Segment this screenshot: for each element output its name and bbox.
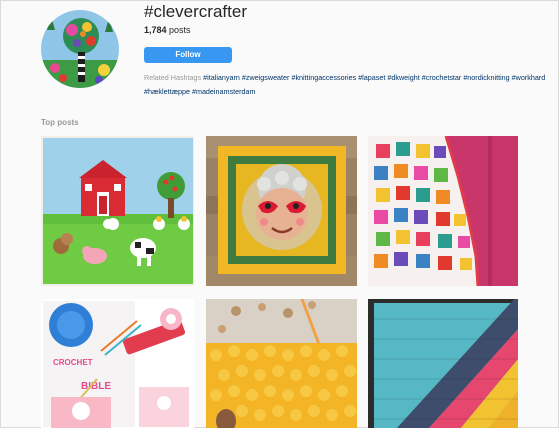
related-hashtag-link[interactable]: #madeinamsterdam bbox=[192, 87, 256, 96]
related-hashtag-link[interactable]: #knittingaccessories bbox=[291, 73, 356, 82]
follow-button[interactable]: Follow bbox=[144, 47, 232, 63]
post-count-label: posts bbox=[169, 25, 191, 35]
related-hashtag-link[interactable]: #lapaset bbox=[358, 73, 385, 82]
related-hashtag-link[interactable]: #workhard bbox=[512, 73, 546, 82]
hashtag-avatar bbox=[41, 10, 119, 88]
post-count: 1,784 posts bbox=[144, 25, 191, 35]
related-hashtag-link[interactable]: #dkweight bbox=[387, 73, 419, 82]
related-hashtags-row2: #hæklettæppe #madeinamsterdam bbox=[144, 85, 559, 99]
post-farm-blanket[interactable] bbox=[41, 136, 194, 286]
bible-title-line2: BIBLE bbox=[81, 381, 111, 392]
hashtag-title: #clevercrafter bbox=[144, 2, 247, 21]
post-yellow-stitches[interactable] bbox=[206, 299, 357, 428]
post-striped-blanket[interactable] bbox=[368, 299, 518, 428]
bible-title-line1: CROCHET bbox=[53, 358, 93, 367]
related-hashtag-link[interactable]: #italianyarn bbox=[203, 73, 240, 82]
related-hashtags: Related Hashtags #italianyarn #zweigswea… bbox=[144, 71, 559, 99]
related-hashtag-link[interactable]: #nordicknitting bbox=[463, 73, 509, 82]
post-crochet-bible[interactable]: CROCHET BIBLE bbox=[41, 299, 194, 428]
top-posts-heading: Top posts bbox=[41, 118, 79, 127]
related-hashtag-link[interactable]: #crochetstar bbox=[422, 73, 462, 82]
related-hashtags-label: Related Hashtags bbox=[144, 73, 202, 82]
post-count-number: 1,784 bbox=[144, 25, 167, 35]
post-granny-blanket[interactable] bbox=[368, 136, 518, 286]
related-hashtag-link[interactable]: #hæklettæppe bbox=[144, 87, 190, 96]
related-hashtag-link[interactable]: #zweigsweater bbox=[242, 73, 290, 82]
post-granny-square-face[interactable] bbox=[206, 136, 357, 286]
